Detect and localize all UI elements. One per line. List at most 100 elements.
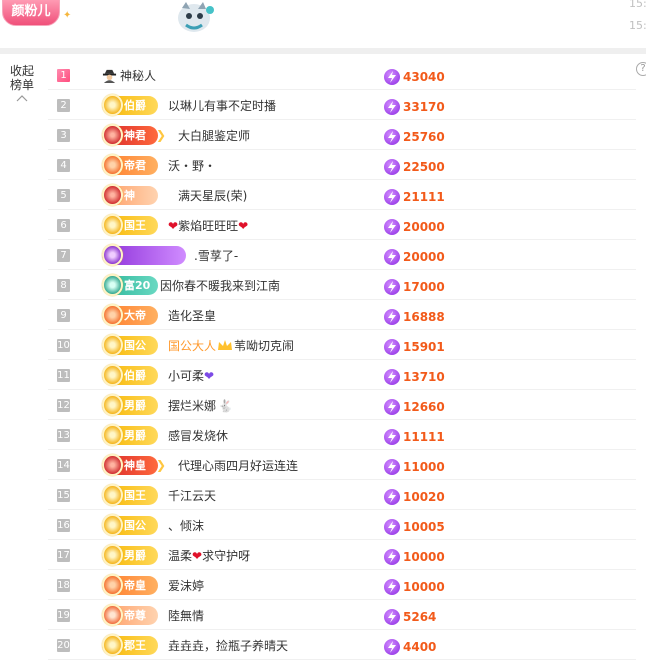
mascot-avatar-icon bbox=[178, 2, 214, 32]
noble-badge: 伯爵 bbox=[102, 94, 158, 116]
section-divider bbox=[0, 48, 646, 54]
heart-icon: ❤ bbox=[192, 549, 203, 563]
lightning-icon bbox=[384, 608, 400, 625]
score: 21111 bbox=[384, 186, 445, 205]
rank-number: 12 bbox=[57, 399, 70, 412]
ranking-row[interactable]: 7 .雪莩了- 20000 bbox=[48, 240, 636, 270]
score: 20000 bbox=[384, 216, 445, 235]
user-name[interactable]: 温柔❤求守护呀 bbox=[168, 547, 250, 564]
lightning-icon bbox=[384, 398, 400, 415]
ranking-row[interactable]: 4 帝君 沃・野・ 22500 bbox=[48, 150, 636, 180]
lightning-icon bbox=[384, 338, 400, 355]
score-value: 20000 bbox=[403, 219, 445, 234]
score-value: 15901 bbox=[403, 339, 445, 354]
rank-number: 1 bbox=[57, 69, 70, 82]
ranking-row[interactable]: 13 男爵 感冒发烧休 11111 bbox=[48, 420, 636, 450]
score: 25760 bbox=[384, 126, 445, 145]
fan-club-badge[interactable]: 颜粉儿 bbox=[2, 0, 60, 26]
ranking-row[interactable]: 2 伯爵 以琳儿有事不定时播 33170 bbox=[48, 90, 636, 120]
rank-number: 18 bbox=[57, 579, 70, 592]
ranking-row[interactable]: 19 帝尊 陸無情 5264 bbox=[48, 600, 636, 630]
score-value: 43040 bbox=[403, 69, 445, 84]
score-value: 10000 bbox=[403, 579, 445, 594]
rank-number: 17 bbox=[57, 549, 70, 562]
score-value: 12660 bbox=[403, 399, 445, 414]
noble-badge: 男爵 bbox=[102, 424, 158, 446]
crown-icon bbox=[218, 340, 233, 350]
score-value: 5264 bbox=[403, 609, 437, 624]
user-name[interactable]: 垚垚垚，捡瓶子养晴天 bbox=[168, 637, 288, 654]
ranking-row[interactable]: 10 国公 国公大人 苇呦切克闹 15901 bbox=[48, 330, 636, 360]
ranking-row[interactable]: 1 神秘人 43040 bbox=[48, 60, 636, 90]
user-name[interactable]: 沃・野・ bbox=[168, 157, 216, 174]
ranking-row[interactable]: 16 国公 、倾沫 10005 bbox=[48, 510, 636, 540]
ranking-row[interactable]: 6 国王 ❤紫焰旺旺旺❤ 20000 bbox=[48, 210, 636, 240]
noble-badge: 国王 bbox=[102, 214, 158, 236]
score-value: 11000 bbox=[403, 459, 445, 474]
user-name[interactable]: 大白腿鉴定师 bbox=[178, 127, 250, 144]
score: 10000 bbox=[384, 576, 445, 595]
noble-badge: 郡王 bbox=[102, 634, 158, 656]
user-name[interactable]: .雪莩了- bbox=[194, 247, 238, 264]
badge-emblem-icon bbox=[102, 394, 123, 416]
user-name[interactable]: 千江云天 bbox=[168, 487, 216, 504]
collapse-label: 收起 bbox=[9, 64, 34, 78]
noble-badge: 帝君 bbox=[102, 154, 158, 176]
rank-number: 15 bbox=[57, 489, 70, 502]
score-value: 13710 bbox=[403, 369, 445, 384]
ranking-row[interactable]: 8 富20 因你春不暖我来到江南 17000 bbox=[48, 270, 636, 300]
rank-number: 3 bbox=[57, 129, 70, 142]
ranking-row[interactable]: 3 神君 ❯ 大白腿鉴定师 25760 bbox=[48, 120, 636, 150]
user-name[interactable]: 国公大人 苇呦切克闹 bbox=[168, 337, 294, 354]
user-name[interactable]: 、倾沫 bbox=[168, 517, 204, 534]
wing-icon: ❯ bbox=[155, 458, 166, 472]
score-value: 20000 bbox=[403, 249, 445, 264]
user-name[interactable]: 感冒发烧休 bbox=[168, 427, 228, 444]
user-name[interactable]: 代理心雨四月好运连连 bbox=[178, 457, 298, 474]
header-area: 颜粉儿 ✦ 15: 15: bbox=[0, 0, 646, 48]
noble-badge: 男爵 bbox=[102, 544, 158, 566]
score-value: 21111 bbox=[403, 189, 445, 204]
ranking-row[interactable]: 14 神皇 ❯ 代理心雨四月好运连连 11000 bbox=[48, 450, 636, 480]
noble-badge: 男爵 bbox=[102, 394, 158, 416]
message-timestamp: 15: bbox=[629, 19, 646, 32]
lightning-icon bbox=[384, 248, 400, 265]
lightning-icon bbox=[384, 128, 400, 145]
user-name[interactable]: 爱沫婷 bbox=[168, 577, 204, 594]
score: 15901 bbox=[384, 336, 445, 355]
heart-icon: ❤ bbox=[204, 369, 215, 383]
ranking-row[interactable]: 15 国王 千江云天 10020 bbox=[48, 480, 636, 510]
ranking-row[interactable]: 20 郡王 垚垚垚，捡瓶子养晴天 4400 bbox=[48, 630, 636, 660]
ranking-row[interactable]: 17 男爵 温柔❤求守护呀 10000 bbox=[48, 540, 636, 570]
ranking-row[interactable]: 5 神 满天星辰(荣) 21111 bbox=[48, 180, 636, 210]
ranking-row[interactable]: 11 伯爵 小可柔❤ 13710 bbox=[48, 360, 636, 390]
score: 33170 bbox=[384, 96, 445, 115]
collapse-ranking-button[interactable]: 收起 榜单 bbox=[4, 64, 40, 102]
user-name[interactable]: 陸無情 bbox=[168, 607, 204, 624]
badge-emblem-icon bbox=[102, 94, 123, 116]
lightning-icon bbox=[384, 308, 400, 325]
user-name[interactable]: 因你春不暖我来到江南 bbox=[160, 277, 280, 294]
lightning-icon bbox=[384, 368, 400, 385]
user-name[interactable]: 摆烂米娜 🐇 bbox=[168, 397, 233, 414]
ranking-row[interactable]: 9 大帝 造化圣皇 16888 bbox=[48, 300, 636, 330]
lightning-icon bbox=[384, 158, 400, 175]
user-name[interactable]: 小可柔❤ bbox=[168, 367, 214, 384]
ranking-row[interactable]: 12 男爵 摆烂米娜 🐇 12660 bbox=[48, 390, 636, 420]
title-prefix: 国公大人 bbox=[168, 339, 217, 353]
user-name[interactable]: 满天星辰(荣) bbox=[178, 187, 247, 204]
rank-number: 19 bbox=[57, 609, 70, 622]
user-name[interactable]: 以琳儿有事不定时播 bbox=[168, 97, 276, 114]
ranking-label: 榜单 bbox=[9, 78, 34, 92]
user-name[interactable]: 神秘人 bbox=[120, 67, 156, 84]
user-name[interactable]: ❤紫焰旺旺旺❤ bbox=[168, 217, 248, 234]
help-icon[interactable]: ? bbox=[636, 62, 646, 76]
noble-badge: 国公 bbox=[102, 514, 158, 536]
ranking-row[interactable]: 18 帝皇 爱沫婷 10000 bbox=[48, 570, 636, 600]
rank-number: 13 bbox=[57, 429, 70, 442]
user-name[interactable]: 造化圣皇 bbox=[168, 307, 216, 324]
score-value: 33170 bbox=[403, 99, 445, 114]
score: 11000 bbox=[384, 456, 445, 475]
rank-number: 5 bbox=[57, 189, 70, 202]
rank-number: 9 bbox=[57, 309, 70, 322]
